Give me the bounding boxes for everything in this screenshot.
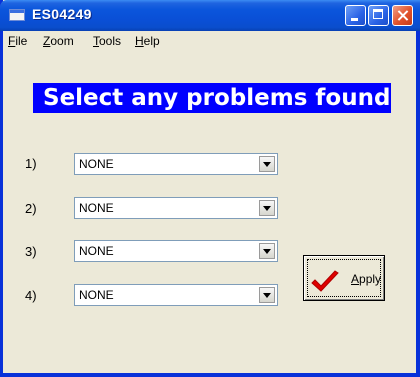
problem-1-select[interactable]: NONE xyxy=(74,153,278,175)
app-window: ES04249 File Zoom Tools Help Select any … xyxy=(0,0,420,377)
menu-file-label: ile xyxy=(15,34,28,48)
menu-help-mnemonic: H xyxy=(135,34,144,48)
window-title: ES04249 xyxy=(32,6,92,22)
chevron-down-icon[interactable] xyxy=(259,287,275,303)
apply-label: Apply xyxy=(351,272,381,286)
problem-4-label: 4) xyxy=(25,288,37,303)
maximize-button[interactable] xyxy=(368,5,389,26)
apply-button[interactable]: Apply xyxy=(303,255,385,301)
close-button[interactable] xyxy=(392,5,413,26)
menu-zoom-label: oom xyxy=(50,34,74,48)
title-bar[interactable]: ES04249 xyxy=(0,0,420,31)
chevron-down-icon[interactable] xyxy=(259,156,275,172)
app-window-icon[interactable] xyxy=(9,9,25,21)
menu-file[interactable]: File xyxy=(8,34,27,48)
apply-mnemonic: A xyxy=(351,272,360,286)
problem-2-value: NONE xyxy=(79,201,114,215)
menu-bar: File Zoom Tools Help xyxy=(3,31,416,51)
apply-label-rest: pply xyxy=(359,272,382,286)
problem-2-label: 2) xyxy=(25,201,37,216)
menu-help-label: elp xyxy=(143,34,160,48)
problem-2-select[interactable]: NONE xyxy=(74,197,278,219)
chevron-down-icon[interactable] xyxy=(259,200,275,216)
problem-4-select[interactable]: NONE xyxy=(74,284,278,306)
red-checkmark-icon xyxy=(311,270,339,292)
page-heading: Select any problems found xyxy=(33,83,391,113)
minimize-button[interactable] xyxy=(345,5,366,26)
problem-1-value: NONE xyxy=(79,157,114,171)
menu-zoom[interactable]: Zoom xyxy=(43,34,74,48)
menu-tools[interactable]: Tools xyxy=(93,34,121,48)
problem-3-value: NONE xyxy=(79,244,114,258)
problem-3-select[interactable]: NONE xyxy=(74,240,278,262)
problem-1-label: 1) xyxy=(25,156,37,171)
problem-3-label: 3) xyxy=(25,244,37,259)
menu-tools-label: ools xyxy=(99,34,122,48)
menu-help[interactable]: Help xyxy=(135,34,160,48)
chevron-down-icon[interactable] xyxy=(259,243,275,259)
problem-4-value: NONE xyxy=(79,288,114,302)
